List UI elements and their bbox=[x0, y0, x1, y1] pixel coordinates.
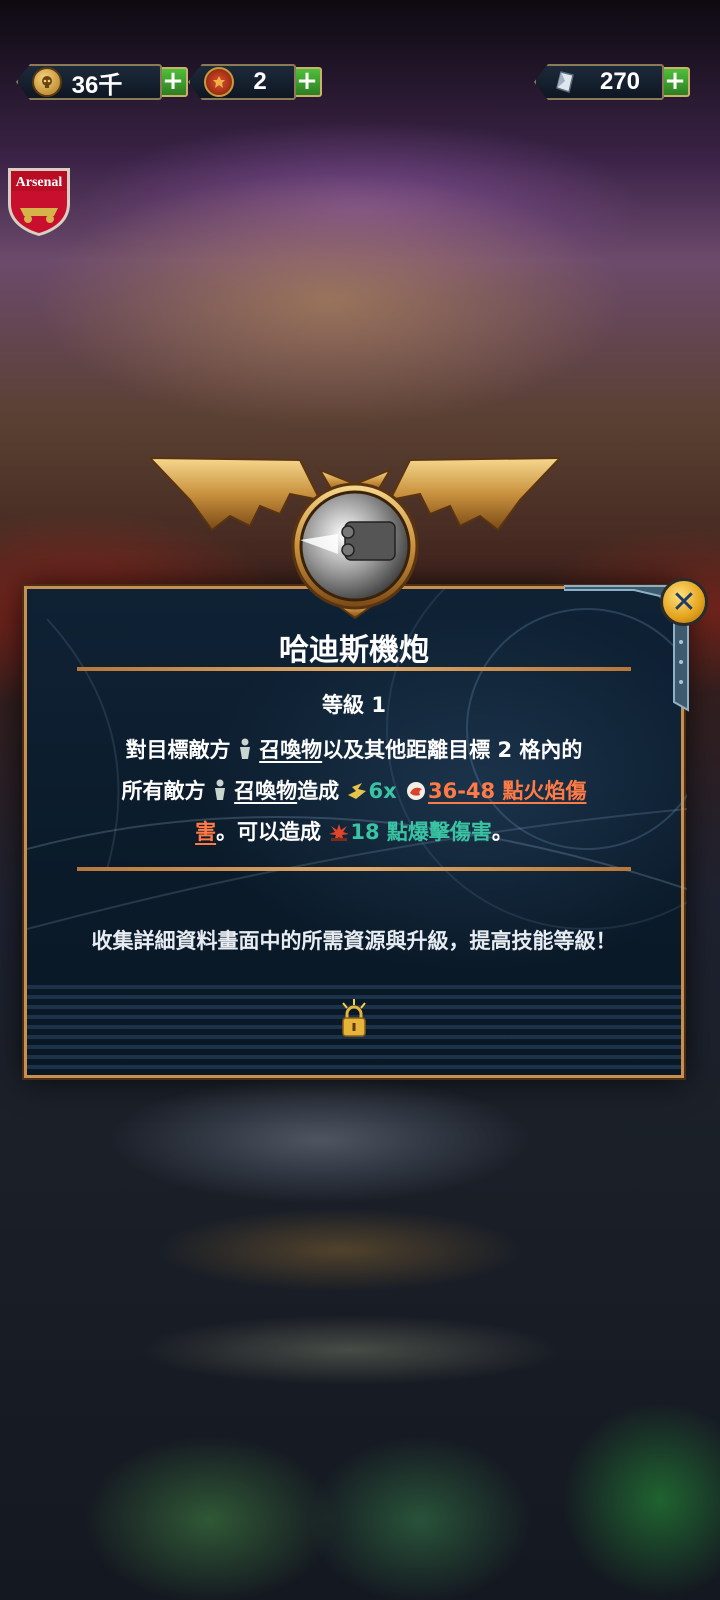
desc-text: 對目標敵方 bbox=[125, 738, 238, 762]
lock-icon bbox=[342, 999, 366, 1037]
summon-link[interactable]: 召喚物 bbox=[234, 779, 297, 803]
winged-skill-emblem bbox=[150, 456, 560, 620]
desc-text: 所有敵方 bbox=[121, 779, 213, 803]
close-button[interactable]: ✕ bbox=[660, 578, 708, 626]
fire-damage-text[interactable]: 36-48 點火焰傷 bbox=[428, 779, 586, 803]
desc-text: 以及其他距離目標 2 格內的 bbox=[322, 738, 583, 762]
desc-text: 造成 bbox=[297, 779, 347, 803]
summon-icon bbox=[238, 734, 252, 772]
skull-coin-icon bbox=[32, 67, 62, 97]
add-gold-button[interactable]: + bbox=[158, 67, 188, 97]
add-medal-button[interactable]: + bbox=[292, 67, 322, 97]
summon-icon bbox=[213, 775, 227, 813]
medal-amount: 2 bbox=[253, 68, 267, 95]
arsenal-badge-icon[interactable]: Arsenal bbox=[4, 164, 74, 238]
add-crystal-button[interactable]: + bbox=[660, 67, 690, 97]
desc-text: 。 bbox=[491, 820, 513, 844]
badge-label: Arsenal bbox=[16, 175, 63, 190]
gold-amount: 36千 bbox=[71, 71, 123, 99]
desc-text: 。可以造成 bbox=[216, 820, 329, 844]
hit-count: 6x bbox=[368, 779, 397, 803]
crystal-amount: 270 bbox=[599, 68, 641, 95]
title-divider bbox=[77, 667, 631, 671]
summon-link[interactable]: 召喚物 bbox=[259, 738, 322, 762]
blast-damage-text: 18 點爆擊傷害 bbox=[350, 820, 492, 844]
currency-gold: 36千 + bbox=[16, 62, 188, 102]
multi-hit-icon bbox=[346, 775, 368, 813]
description-divider bbox=[77, 867, 631, 871]
blast-icon bbox=[328, 816, 350, 854]
medal-icon bbox=[204, 67, 234, 97]
currency-medal: 2 + bbox=[188, 62, 322, 102]
skill-description: 對目標敵方 召喚物以及其他距離目標 2 格內的 所有敵方 召喚物造成 6x 36… bbox=[67, 731, 641, 854]
upgrade-hint: 收集詳細資料畫面中的所需資源與升級，提高技能等級！ bbox=[91, 929, 617, 953]
fire-damage-icon bbox=[404, 775, 428, 813]
crystal-icon bbox=[550, 67, 580, 97]
fire-damage-text-cont[interactable]: 害 bbox=[195, 820, 216, 844]
currency-crystal: 270 + bbox=[534, 62, 690, 102]
